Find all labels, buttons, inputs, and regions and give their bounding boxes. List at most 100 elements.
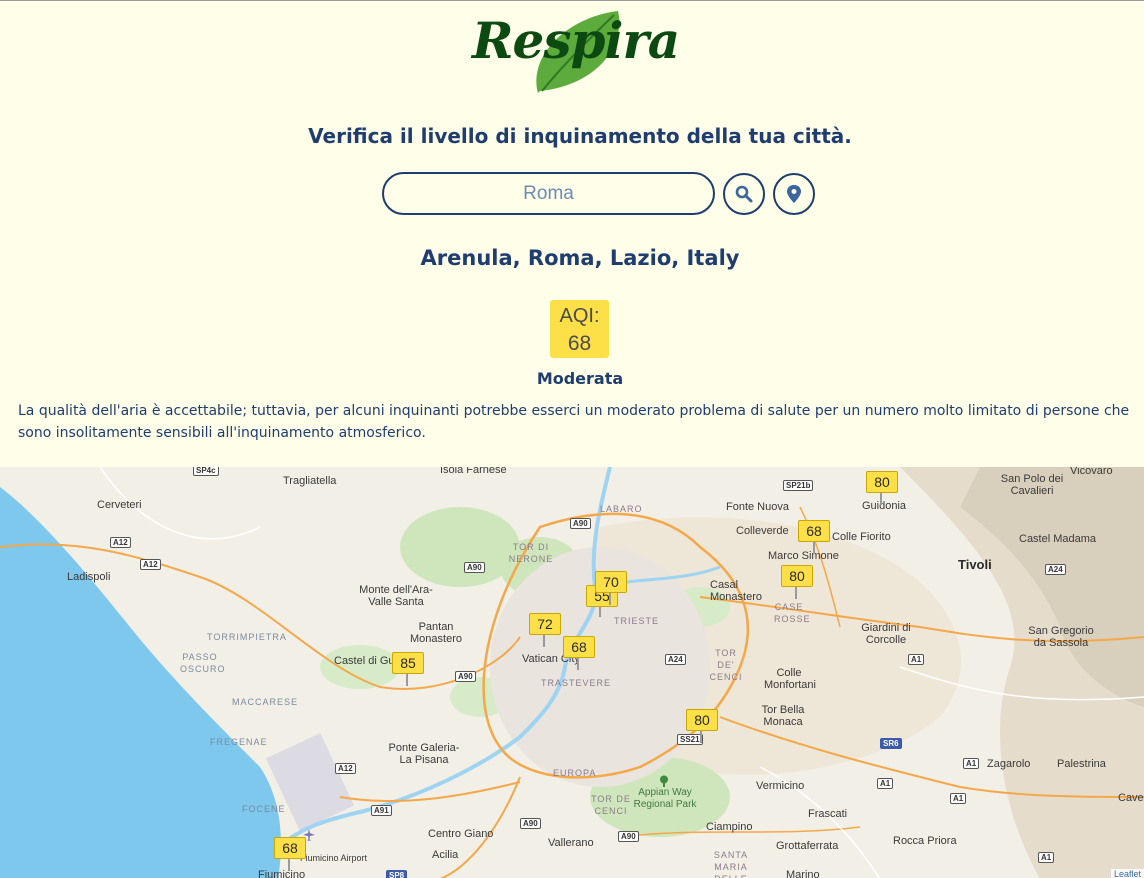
map-label: Cave — [1118, 792, 1144, 804]
map-label: Cerveteri — [97, 499, 142, 511]
result-location: Arenula, Roma, Lazio, Italy — [420, 246, 740, 270]
marker-stem — [795, 585, 797, 599]
page-tagline: Verifica il livello di inquinamento dell… — [308, 124, 852, 148]
road-shield: SP21b — [783, 480, 814, 491]
map-district-label: TOR DI NERONE — [508, 542, 554, 564]
map-label: Palestrina — [1057, 758, 1106, 770]
map-label: Ladispoli — [67, 571, 111, 583]
aqi-station-marker[interactable]: 80 — [866, 471, 898, 493]
road-shield: SR6 — [880, 738, 902, 749]
location-pin-icon — [787, 185, 801, 203]
map-label: Castel Madama — [1019, 533, 1097, 545]
aqi-station-marker[interactable]: 80 — [781, 565, 813, 587]
map-park-label: Appian Way Regional Park — [633, 787, 697, 810]
road-shield: A1 — [1038, 852, 1055, 863]
map-district-label: SANTA MARIA DELLE MOLE — [713, 850, 749, 878]
map-label: Vermicino — [756, 780, 805, 792]
map-district-label: EUROPA — [553, 768, 597, 778]
pollution-map[interactable]: Cerveteri Ladispoli Tragliatella Isola F… — [0, 467, 1144, 878]
map-label: Centro Giano — [428, 828, 494, 840]
marker-stem — [543, 633, 545, 647]
map-label: Colle Fiorito — [832, 531, 891, 543]
aqi-label: AQI: — [559, 305, 600, 327]
brand-logo[interactable]: Respira — [468, 5, 694, 95]
map-label: San Gregorio da Sassola — [1028, 625, 1094, 649]
aqi-badge: AQI: 68 — [550, 300, 609, 358]
aqi-station-marker[interactable]: 70 — [595, 571, 627, 593]
map-label: Marco Simone — [768, 550, 839, 562]
road-shield: A12 — [140, 559, 161, 570]
map-label: Guidonia — [862, 500, 907, 512]
map-label: Giardini di Corcolle — [861, 622, 911, 646]
map-district-label: CASE ROSSE — [774, 602, 811, 624]
map-district-label: FOCENE — [242, 804, 286, 814]
road-shield: A90 — [520, 818, 541, 829]
road-shield: A12 — [335, 763, 356, 774]
map-district-label: LABARO — [600, 504, 643, 514]
map-label: Pantan Monastero — [410, 621, 462, 645]
map-label: Grottaferrata — [776, 840, 839, 852]
map-label: Monte dell'Ara-Valle Santa — [359, 584, 433, 608]
aqi-description: La qualità dell'aria è accettabile; tutt… — [18, 403, 1130, 441]
road-shield: A1 — [950, 793, 967, 804]
road-shield: A24 — [665, 654, 686, 665]
aqi-value: 68 — [567, 332, 592, 355]
aqi-station-marker[interactable]: 72 — [529, 613, 561, 635]
park-tree-icon — [660, 775, 668, 787]
map-district-label: TOR DE' CENCI — [709, 648, 743, 682]
road-shield: SP4c — [193, 467, 219, 476]
map-district-label: FREGENAE — [210, 737, 268, 747]
marker-stem — [288, 857, 290, 871]
map-label: Colle Monfortani — [764, 667, 816, 691]
marker-stem — [609, 591, 611, 605]
aqi-station-marker[interactable]: 68 — [798, 520, 830, 542]
map-label: Fiumicino Airport — [300, 853, 368, 863]
road-shield: A90 — [464, 562, 485, 573]
map-label: Casal Monastero — [710, 579, 762, 603]
map-label: Marino — [786, 869, 820, 878]
aqi-station-marker[interactable]: 68 — [563, 636, 595, 658]
aqi-station-marker[interactable]: 80 — [686, 709, 718, 731]
map-label: Isola Farnese — [440, 467, 507, 476]
aqi-station-marker[interactable]: 85 — [392, 652, 424, 674]
map-label: Fiumicino — [258, 869, 306, 878]
road-shield: A1 — [877, 778, 894, 789]
search-icon — [735, 185, 753, 203]
map-label: Vicovaro — [1070, 467, 1113, 477]
road-shield: A90 — [570, 518, 591, 529]
map-label: Ponte Galeria-La Pisana — [388, 742, 460, 766]
map-label: San Polo dei Cavalieri — [1000, 473, 1064, 497]
map-district-label: PASSO OSCURO — [180, 652, 226, 674]
map-label: Frascati — [808, 808, 848, 820]
map-district-label: MACCARESE — [232, 697, 299, 707]
map-label: Ciampino — [706, 821, 753, 833]
header: Respira Verifica il livello di inquiname… — [0, 1, 1144, 467]
map-label: Rocca Priora — [893, 835, 957, 847]
road-shield: A1 — [908, 654, 925, 665]
marker-stem — [577, 656, 579, 670]
map-attribution-link[interactable]: Leaflet — [1110, 869, 1144, 878]
road-shield: SP8 — [386, 870, 408, 878]
map-label: Tragliatella — [283, 475, 337, 487]
road-shield: A91 — [371, 805, 392, 816]
road-shield: A24 — [1045, 564, 1066, 575]
map-district-label: TRASTEVERE — [541, 678, 612, 688]
road-shield: A90 — [618, 831, 639, 842]
aqi-category: Moderata — [536, 369, 624, 388]
map-label: Colleverde — [736, 525, 789, 537]
road-shield: SS21 — [677, 734, 703, 745]
road-shield: A1 — [963, 758, 980, 769]
map-label: Fonte Nuova — [726, 501, 789, 513]
map-label: Tivoli — [958, 557, 992, 572]
marker-stem — [700, 729, 702, 743]
brand-name: Respira — [472, 11, 680, 70]
map-label: Vallerano — [548, 837, 594, 849]
city-search-input[interactable] — [382, 172, 715, 215]
map-label: Zagarolo — [987, 758, 1031, 770]
marker-stem — [813, 540, 815, 554]
map-district-label: TORRIMPIETRA — [207, 632, 287, 642]
geolocate-button[interactable] — [773, 173, 815, 215]
aqi-station-marker[interactable]: 68 — [274, 837, 306, 859]
search-button[interactable] — [723, 173, 765, 215]
map-label: Acilia — [432, 849, 459, 861]
